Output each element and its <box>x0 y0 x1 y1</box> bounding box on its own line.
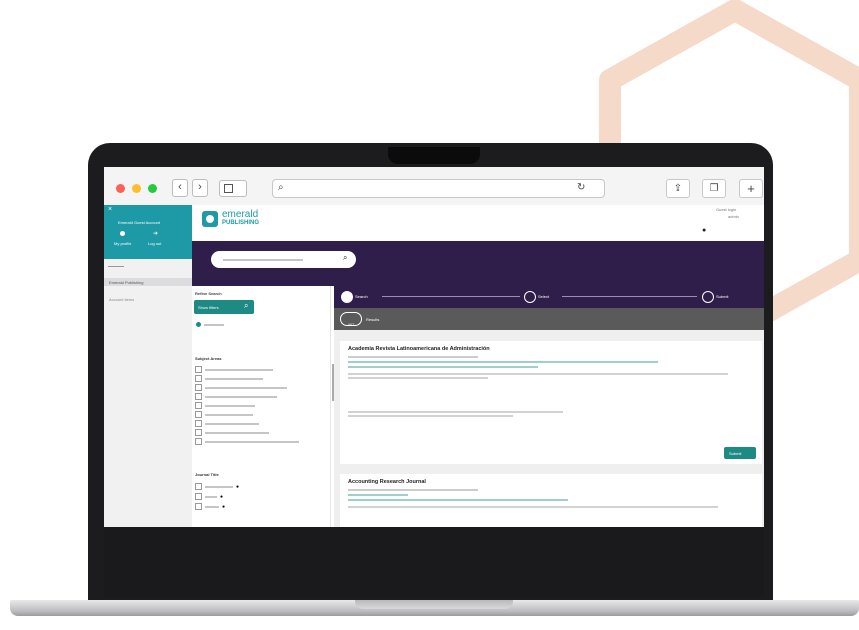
sidebar-item[interactable]: Account items <box>109 297 134 302</box>
filter-row[interactable] <box>195 375 263 382</box>
account-role: admin <box>728 214 739 219</box>
browser-toolbar: ‹ › ⌕ ↻ ⇪ ❐ + <box>104 167 764 206</box>
result-title[interactable]: Accounting Research Journal <box>348 479 426 485</box>
screen-bezel <box>104 527 764 597</box>
bell-icon[interactable]: ● <box>702 227 706 234</box>
show-filters-button[interactable]: Show filters ⌕ <box>194 300 254 314</box>
step-select[interactable] <box>524 291 536 303</box>
zoom-window-dot[interactable] <box>148 184 157 193</box>
emerald-logo-icon[interactable] <box>202 211 218 227</box>
user-name: Emerald Guest Account <box>118 220 161 225</box>
laptop-groove <box>355 600 513 609</box>
logo-subtext: PUBLISHING <box>222 220 260 226</box>
step-search[interactable] <box>341 291 353 303</box>
step-submit[interactable] <box>702 291 714 303</box>
sidebar-home-dash <box>108 266 124 267</box>
results-label: Results <box>366 317 380 322</box>
search-icon: ⌕ <box>244 301 249 310</box>
new-tab-button[interactable]: + <box>739 179 763 198</box>
user-panel: × Emerald Guest Account ➜ My profile Log… <box>104 205 192 259</box>
site-header: emerald PUBLISHING Guest login admin ● <box>192 205 764 241</box>
filter-row[interactable] <box>195 420 259 427</box>
filter-row[interactable]: ● <box>195 483 239 490</box>
close-icon[interactable]: × <box>108 206 112 213</box>
logout-icon: ➜ <box>153 231 159 237</box>
tabs-button[interactable]: ❐ <box>702 179 726 198</box>
result-card: Accounting Research Journal <box>340 474 762 527</box>
submit-button[interactable]: Submit <box>724 447 756 459</box>
filter-row[interactable] <box>195 429 269 436</box>
filter-chip[interactable] <box>196 322 201 327</box>
search-icon: ⌕ <box>278 182 284 193</box>
close-window-dot[interactable] <box>116 184 125 193</box>
search-icon[interactable]: ⌕ <box>343 253 347 263</box>
filter-row[interactable] <box>195 438 299 445</box>
results-bar: 407 Results <box>334 308 764 330</box>
filter-row[interactable] <box>195 402 255 409</box>
app-sidebar: × Emerald Guest Account ➜ My profile Log… <box>104 205 193 527</box>
profile-link[interactable]: My profile <box>114 241 131 246</box>
filter-row[interactable]: ● <box>195 493 223 500</box>
logout-link[interactable]: Log out <box>148 241 161 246</box>
minimize-window-dot[interactable] <box>132 184 141 193</box>
back-button[interactable]: ‹ <box>172 179 188 197</box>
filter-row[interactable] <box>195 393 277 400</box>
results-count: 407 <box>340 312 362 327</box>
sidebar-item-active[interactable]: Emerald Publishing <box>104 278 192 286</box>
account-line: Guest login <box>716 207 737 212</box>
filter-row[interactable] <box>195 384 287 391</box>
forward-button[interactable]: › <box>192 179 208 197</box>
profile-icon <box>120 231 125 236</box>
filter-row[interactable] <box>195 366 273 373</box>
screen: ‹ › ⌕ ↻ ⇪ ❐ + × Emerald Guest Account ➜ … <box>104 167 764 527</box>
sidebar-toggle-button[interactable] <box>219 180 247 197</box>
subject-areas-heading: Subject Areas <box>195 356 222 361</box>
camera-notch <box>388 147 480 164</box>
share-button[interactable]: ⇪ <box>666 179 690 198</box>
journal-title-heading: Journal Title <box>195 472 219 477</box>
stepper: Search Select Submit <box>334 286 764 308</box>
search-input[interactable]: ⌕ <box>211 251 356 268</box>
filter-row[interactable] <box>195 411 253 418</box>
logo-text: emerald <box>222 209 259 220</box>
reload-icon[interactable]: ↻ <box>577 182 585 193</box>
result-title[interactable]: Academia Revista Latinoamericana de Admi… <box>348 346 490 352</box>
filters-title: Refine Search <box>195 291 222 296</box>
result-card: Academia Revista Latinoamericana de Admi… <box>340 341 762 464</box>
filter-row[interactable]: ● <box>195 503 225 510</box>
address-bar[interactable]: ⌕ ↻ <box>272 179 605 198</box>
